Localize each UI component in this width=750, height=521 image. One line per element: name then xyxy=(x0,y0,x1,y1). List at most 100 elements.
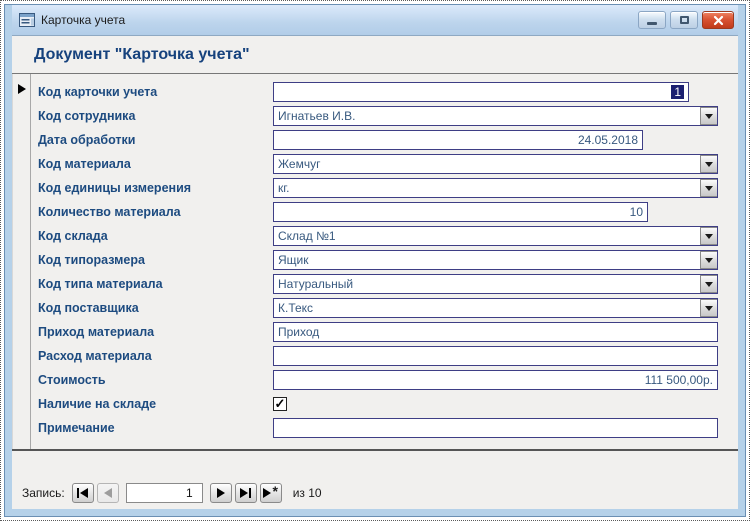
record-nav-label: Запись: xyxy=(22,486,65,500)
chevron-down-icon xyxy=(705,233,713,239)
chevron-down-icon xyxy=(705,281,713,287)
field-value: К.Текс xyxy=(278,301,314,315)
chevron-down-icon xyxy=(705,257,713,263)
titlebar[interactable]: Карточка учета xyxy=(12,5,738,35)
field-label-warehouse: Код склада xyxy=(38,229,108,243)
new-record-button[interactable]: * xyxy=(259,483,282,503)
field-value: Натуральный xyxy=(278,277,354,291)
field-row: Наличие на складе ✓ xyxy=(38,394,738,414)
field-row: Код типоразмера Ящик xyxy=(38,250,738,270)
field-row: Расход материала xyxy=(38,346,738,366)
field-row: Количество материала 10 xyxy=(38,202,738,222)
form-app-icon xyxy=(19,13,35,27)
next-record-icon xyxy=(216,488,225,498)
field-label-in-stock: Наличие на складе xyxy=(38,397,157,411)
dropdown-button-supplier[interactable] xyxy=(700,299,717,317)
dropdown-button-employee[interactable] xyxy=(700,107,717,125)
minimize-button[interactable] xyxy=(638,11,666,29)
close-icon xyxy=(713,15,723,25)
field-label-employee: Код сотрудника xyxy=(38,109,136,123)
form-title: Документ "Карточка учета" xyxy=(34,45,250,63)
field-value: 10 xyxy=(629,205,643,219)
form-header: Документ "Карточка учета" xyxy=(12,36,738,74)
next-record-button[interactable] xyxy=(209,483,232,503)
field-unit[interactable]: кг. xyxy=(273,178,718,198)
field-value: Склад №1 xyxy=(278,229,336,243)
fields-container: Код карточки учета 1 Код сотрудника Игнатье… xyxy=(31,74,738,449)
app-window: Карточка учета Документ "Карточка учета"… xyxy=(4,4,746,517)
detail-section: Код карточки учета 1 Код сотрудника Игнатье… xyxy=(12,74,738,451)
field-row: Код единицы измерения кг. xyxy=(38,178,738,198)
checkmark-icon: ✓ xyxy=(274,396,286,411)
field-income[interactable]: Приход xyxy=(273,322,718,342)
screenshot-root: Карточка учета Документ "Карточка учета"… xyxy=(0,0,750,521)
field-label-unit: Код единицы измерения xyxy=(38,181,192,195)
maximize-button[interactable] xyxy=(670,11,698,29)
field-in-stock-checkbox[interactable]: ✓ xyxy=(273,397,287,411)
window-title: Карточка учета xyxy=(41,13,126,27)
record-selector-bar[interactable] xyxy=(12,74,31,449)
field-label-size-type: Код типоразмера xyxy=(38,253,145,267)
field-label-material: Код материала xyxy=(38,157,131,171)
field-supplier[interactable]: К.Текс xyxy=(273,298,718,318)
window-controls xyxy=(638,11,734,29)
dropdown-button-warehouse[interactable] xyxy=(700,227,717,245)
last-record-button[interactable] xyxy=(234,483,257,503)
field-employee[interactable]: Игнатьев И.В. xyxy=(273,106,718,126)
dropdown-button-unit[interactable] xyxy=(700,179,717,197)
field-label-income: Приход материала xyxy=(38,325,155,339)
field-value: Игнатьев И.В. xyxy=(278,109,356,123)
field-process-date[interactable]: 24.05.2018 xyxy=(273,130,643,150)
previous-record-icon xyxy=(103,488,112,498)
close-button[interactable] xyxy=(702,11,734,29)
record-navigation-bar: Запись: 1 * из 10 xyxy=(12,478,738,508)
selected-text: 1 xyxy=(671,85,684,99)
field-row: Код типа материала Натуральный xyxy=(38,274,738,294)
field-label-note: Примечание xyxy=(38,421,115,435)
current-record-input[interactable]: 1 xyxy=(125,483,203,503)
dropdown-button-material-type[interactable] xyxy=(700,275,717,293)
field-label-material-type: Код типа материала xyxy=(38,277,163,291)
field-value: Жемчуг xyxy=(278,157,321,171)
field-label-cost: Стоимость xyxy=(38,373,106,387)
field-row: Код склада Склад №1 xyxy=(38,226,738,246)
first-record-button[interactable] xyxy=(71,483,94,503)
first-record-icon xyxy=(77,488,80,498)
field-value: 24.05.2018 xyxy=(577,133,638,147)
field-value: Приход xyxy=(278,325,320,339)
field-label-quantity: Количество материала xyxy=(38,205,181,219)
field-row: Код материала Жемчуг xyxy=(38,154,738,174)
field-label-process-date: Дата обработки xyxy=(38,133,136,147)
chevron-down-icon xyxy=(705,161,713,167)
field-expense[interactable] xyxy=(273,346,718,366)
field-material[interactable]: Жемчуг xyxy=(273,154,718,174)
form-footer-space xyxy=(12,451,738,478)
last-record-icon xyxy=(240,488,249,498)
field-value: Ящик xyxy=(278,253,309,267)
current-record-arrow-icon xyxy=(18,84,26,94)
field-record-id[interactable]: 1 xyxy=(273,82,689,102)
field-row: Приход материала Приход xyxy=(38,322,738,342)
maximize-icon xyxy=(679,16,689,24)
field-row: Дата обработки 24.05.2018 xyxy=(38,130,738,150)
field-row: Код поставщика К.Текс xyxy=(38,298,738,318)
form-client-area: Документ "Карточка учета" Код карточки у… xyxy=(12,35,738,509)
chevron-down-icon xyxy=(705,113,713,119)
field-size-type[interactable]: Ящик xyxy=(273,250,718,270)
chevron-down-icon xyxy=(705,185,713,191)
dropdown-button-size-type[interactable] xyxy=(700,251,717,269)
field-quantity[interactable]: 10 xyxy=(273,202,648,222)
field-label-supplier: Код поставщика xyxy=(38,301,139,315)
field-row: Код карточки учета 1 xyxy=(38,82,738,102)
dropdown-button-material[interactable] xyxy=(700,155,717,173)
field-row: Код сотрудника Игнатьев И.В. xyxy=(38,106,738,126)
field-row: Стоимость 111 500,00р. xyxy=(38,370,738,390)
field-warehouse[interactable]: Склад №1 xyxy=(273,226,718,246)
previous-record-button[interactable] xyxy=(96,483,119,503)
field-cost[interactable]: 111 500,00р. xyxy=(273,370,718,390)
chevron-down-icon xyxy=(705,305,713,311)
minimize-icon xyxy=(647,21,657,25)
record-count-label: из 10 xyxy=(292,486,322,500)
field-material-type[interactable]: Натуральный xyxy=(273,274,718,294)
field-note[interactable] xyxy=(273,418,718,438)
